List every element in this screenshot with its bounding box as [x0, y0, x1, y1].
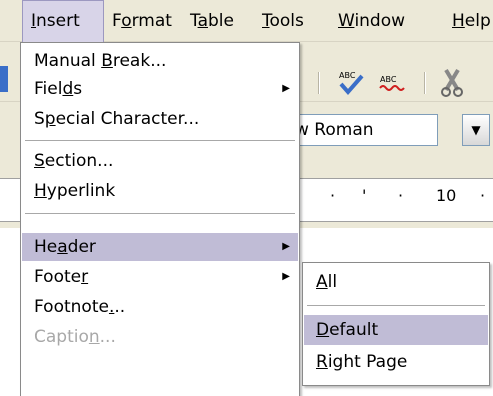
menu-window-mnemonic: W: [338, 11, 355, 31]
chevron-down-icon: ▼: [471, 123, 481, 137]
svg-text:ABC: ABC: [339, 71, 356, 80]
menu-item-label: yperlink: [46, 181, 116, 201]
menu-table[interactable]: Table: [190, 0, 234, 42]
submenu-arrow-icon: ▶: [282, 83, 290, 94]
ruler-tick: ': [362, 186, 367, 205]
header-submenu: All Default Right Page: [302, 262, 490, 386]
toolbar-icon-partial[interactable]: [0, 66, 8, 92]
submenu-item-label: ight Page: [327, 352, 408, 372]
menu-item-label-pre: He: [34, 237, 58, 257]
menu-help-label: elp: [464, 11, 491, 31]
submenu-item-mnemonic: D: [316, 320, 330, 340]
menu-item-label: ecial Character...: [55, 109, 200, 129]
menu-table-mnemonic: a: [197, 11, 208, 31]
menu-item-section[interactable]: Section...: [22, 147, 298, 175]
submenu-item-mnemonic: A: [316, 272, 328, 292]
ruler-tick: ·: [398, 186, 404, 205]
font-dropdown-button[interactable]: ▼: [462, 114, 490, 146]
menu-item-footnote[interactable]: Footnote...: [22, 293, 298, 321]
menu-item-label: der: [67, 237, 96, 257]
toolbar-separator: [318, 72, 320, 94]
submenu-arrow-icon: ▶: [282, 241, 290, 252]
menu-format-label: rmat: [131, 11, 172, 31]
menu-item-label-pre: Captio: [34, 327, 89, 347]
menu-item-label: ection...: [44, 151, 114, 171]
menu-item-mnemonic: H: [34, 181, 47, 201]
submenu-item-label: efault: [329, 320, 379, 340]
submenu-item-right-page[interactable]: Right Page: [304, 347, 488, 377]
submenu-item-mnemonic: R: [316, 352, 328, 372]
menu-item-footer[interactable]: Footer ▶: [22, 263, 298, 291]
menu-item-mnemonic: B: [101, 51, 113, 71]
menu-item-label-pre: Fiel: [34, 79, 63, 99]
menu-item-label: s: [73, 79, 83, 99]
menu-format-mnemonic: o: [121, 11, 132, 31]
insert-menu: Manual Break... Fields ▶ Special Characte…: [20, 42, 300, 396]
menu-item-mnemonic: p: [44, 109, 56, 129]
menu-separator: [25, 213, 295, 215]
submenu-item-default[interactable]: Default: [304, 315, 488, 345]
svg-text:ABC: ABC: [380, 75, 397, 84]
toolbar-separator-2: [424, 72, 426, 94]
menu-item-label: ...: [99, 327, 116, 347]
autospellcheck-icon[interactable]: ABC: [378, 62, 408, 102]
menu-item-label-pre: S: [34, 109, 45, 129]
menu-help[interactable]: Help: [452, 0, 491, 42]
menu-tools[interactable]: Tools: [262, 0, 304, 42]
menu-item-label-pre: Manual: [34, 51, 102, 71]
menu-item-special-character[interactable]: Special Character...: [22, 105, 298, 133]
menu-item-mnemonic: n: [88, 327, 100, 347]
submenu-item-all[interactable]: All: [304, 267, 488, 297]
submenu-item-label: ll: [327, 272, 338, 292]
ruler-label: 10: [436, 186, 457, 205]
submenu-arrow-icon: ▶: [282, 271, 290, 282]
menu-item-mnemonic: S: [34, 151, 45, 171]
ruler-tick: ·: [480, 186, 486, 205]
menu-item-label-pre: Footnote: [34, 297, 109, 317]
menu-item-fields[interactable]: Fields ▶: [22, 75, 298, 103]
menu-item-caption: Caption...: [22, 323, 298, 351]
menu-window[interactable]: Window: [338, 0, 405, 42]
menu-insert-label: nsert: [36, 11, 80, 31]
menu-item-manual-break[interactable]: Manual Break...: [22, 47, 298, 75]
menu-item-header[interactable]: Header ▶: [22, 233, 298, 261]
ruler-tick: ·: [330, 186, 336, 205]
menu-item-mnemonic: r: [81, 267, 89, 287]
menu-item-label-pre: Foote: [34, 267, 82, 287]
menu-table-label-pre: T: [190, 11, 198, 31]
spellcheck-icon[interactable]: ABC: [336, 62, 366, 102]
menu-tools-mnemonic: T: [262, 11, 270, 31]
menu-format-label-pre: F: [112, 11, 122, 31]
menu-window-label: indow: [354, 11, 406, 31]
menu-item-mnemonic: d: [62, 79, 74, 99]
menu-bar: Insert Format Table Tools Window Help: [0, 0, 493, 42]
submenu-separator: [307, 305, 485, 307]
font-name-box[interactable]: w Roman: [288, 114, 438, 146]
menu-table-label: ble: [208, 11, 234, 31]
cut-icon[interactable]: [440, 62, 470, 102]
menu-tools-label: ools: [269, 11, 304, 31]
menu-format[interactable]: Format: [112, 0, 172, 42]
menu-item-mnemonic: a: [57, 237, 68, 257]
menu-item-label: reak...: [112, 51, 167, 71]
menu-insert[interactable]: Insert: [22, 0, 104, 42]
menu-item-label: ..: [114, 297, 126, 317]
menu-item-hyperlink[interactable]: Hyperlink: [22, 177, 298, 205]
menu-separator: [25, 140, 295, 142]
menu-help-mnemonic: H: [452, 11, 465, 31]
